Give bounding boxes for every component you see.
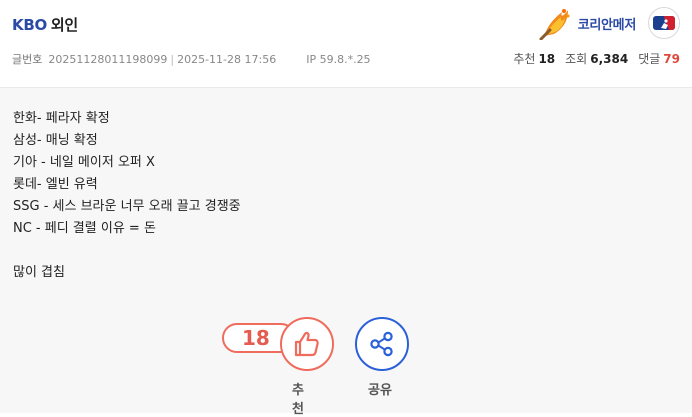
post-stats: 추천 18 조회 6,384 댓글 79 [513, 50, 680, 67]
post-title-text: 외인 [50, 16, 78, 34]
recommend-button[interactable] [280, 317, 334, 371]
recommend-stat-label: 추천 [513, 52, 536, 66]
post-ip: IP 59.8.*.25 [306, 53, 371, 66]
content-line: 많이 겹침 [13, 265, 65, 280]
content-line: 한화- 페라자 확정 [13, 111, 110, 126]
content-line: 기아 - 네일 메이저 오퍼 X [13, 155, 155, 170]
recommend-label: 추천 [292, 383, 304, 417]
mlb-logo-icon [648, 7, 680, 39]
post-number-label: 글번호 [12, 53, 43, 66]
comments-stat-value[interactable]: 79 [663, 52, 680, 66]
thumbs-up-icon [294, 331, 319, 357]
views-stat-value: 6,384 [590, 52, 629, 66]
post-meta: 글번호 20251128011198099 | 2025-11-28 17:56 IP … [12, 51, 371, 67]
content-line: 롯데- 엘빈 유력 [13, 177, 98, 192]
post-category[interactable]: KBO [12, 16, 47, 34]
content-line: NC - 페디 결렬 이유 = 돈 [13, 221, 156, 236]
recommend-stat-value: 18 [538, 52, 556, 66]
post-number: 20251128011198099 [48, 53, 168, 66]
comments-stat-label[interactable]: 댓글 [638, 52, 660, 66]
content-line [13, 240, 241, 262]
post-datetime: 2025-11-28 17:56 [177, 53, 277, 66]
post-body: 한화- 페라자 확정 삼성- 매닝 확정 기아 - 네일 메이저 오퍼 X 롯데… [0, 88, 692, 417]
author-info[interactable]: 코리안메저 [538, 5, 680, 41]
share-label: 공유 [368, 383, 392, 398]
share-icon [370, 331, 393, 357]
post-title: KBO 외인 [12, 14, 78, 35]
content-line: SSG - 세스 브라운 너무 오래 끌고 경쟁중 [13, 199, 241, 214]
share-button[interactable] [355, 317, 409, 371]
flame-badge-icon [539, 9, 570, 40]
content-line: 삼성- 매닝 확정 [13, 133, 98, 148]
views-stat-label: 조회 [565, 52, 588, 66]
post-content: 한화- 페라자 확정 삼성- 매닝 확정 기아 - 네일 메이저 오퍼 X 롯데… [13, 108, 241, 284]
author-nickname[interactable]: 코리안메저 [578, 14, 637, 33]
post-header: KBO 외인 코리안메저 글번호 20251128011198099 | 2025-11… [0, 0, 692, 88]
meta-separator: | [170, 53, 175, 66]
